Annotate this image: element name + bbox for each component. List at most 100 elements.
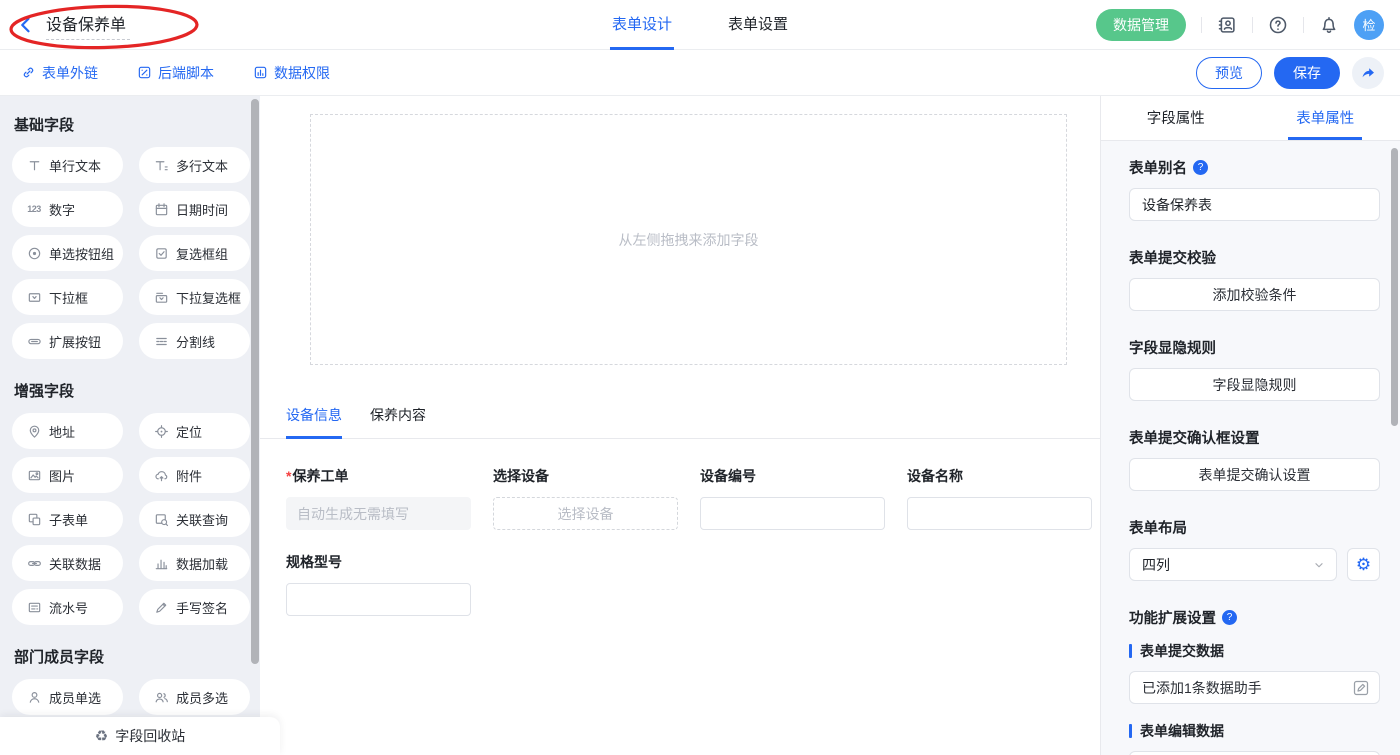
notification-bell-icon[interactable] [1319, 15, 1339, 35]
sidebar-item-select[interactable]: 下拉框 [12, 279, 123, 315]
tab-form-properties[interactable]: 表单属性 [1251, 96, 1400, 140]
sidebar-item-locate[interactable]: 定位 [139, 413, 250, 449]
confirm-box-button[interactable]: 表单提交确认设置 [1129, 458, 1380, 491]
device-name-input[interactable] [907, 497, 1092, 530]
field-sidebar: 基础字段 单行文本 多行文本 123 数字 日期时间 [0, 96, 260, 755]
sidebar-item-data-load[interactable]: 数据加载 [139, 545, 250, 581]
tab-device-info[interactable]: 设备信息 [286, 405, 342, 439]
form-designer-app: 设备保养单 表单设计 表单设置 数据管理 检 [0, 0, 1400, 755]
chevron-down-icon [1312, 558, 1326, 572]
field-label: 规格型号 [286, 552, 342, 572]
edit-icon[interactable] [1352, 679, 1370, 697]
submit-data-box[interactable]: 已添加1条数据助手 [1129, 671, 1380, 704]
sidebar-item-address[interactable]: 地址 [12, 413, 123, 449]
linked-data-icon [26, 555, 42, 571]
help-badge-icon[interactable]: ? [1222, 610, 1237, 625]
gear-icon: ⚙ [1356, 556, 1371, 573]
address-icon [26, 423, 42, 439]
divider-line-icon [153, 333, 169, 349]
subform-icon [26, 511, 42, 527]
multi-select-icon [153, 289, 169, 305]
layout-select[interactable]: 四列 [1129, 548, 1337, 581]
tab-field-properties[interactable]: 字段属性 [1101, 96, 1251, 140]
visibility-rules-button[interactable]: 字段显隐规则 [1129, 368, 1380, 401]
section-title: 基础字段 [14, 114, 250, 135]
tab-form-design[interactable]: 表单设计 [610, 0, 674, 50]
script-icon [136, 65, 152, 81]
field-select-device: 选择设备 选择设备 [493, 466, 678, 530]
back-icon[interactable] [16, 15, 36, 35]
submit-validation-label: 表单提交校验 [1129, 247, 1216, 268]
dropzone-placeholder: 从左侧拖拽来添加字段 [619, 230, 759, 250]
sidebar-item-linked-data[interactable]: 关联数据 [12, 545, 123, 581]
sidebar-item-multi-text[interactable]: 多行文本 [139, 147, 250, 183]
divider [1201, 17, 1202, 33]
attachment-cloud-icon [153, 467, 169, 483]
sidebar-item-datetime[interactable]: 日期时间 [139, 191, 250, 227]
sidebar-item-multi-select[interactable]: 下拉复选框 [139, 279, 250, 315]
dropzone[interactable]: 从左侧拖拽来添加字段 [310, 114, 1067, 365]
sidebar-item-linked-query[interactable]: 关联查询 [139, 501, 250, 537]
form-external-link[interactable]: 表单外链 [20, 63, 98, 83]
field-device-name: 设备名称 [907, 466, 1092, 530]
sidebar-item-member-single[interactable]: 成员单选 [12, 679, 123, 715]
page-title[interactable]: 设备保养单 [46, 9, 130, 40]
divider [1252, 17, 1253, 33]
locate-icon [153, 423, 169, 439]
signature-pen-icon [153, 599, 169, 615]
field-spec-model: 规格型号 [286, 552, 471, 616]
select-device-picker[interactable]: 选择设备 [493, 497, 678, 530]
sidebar-item-serial-number[interactable]: 流水号 [12, 589, 123, 625]
sidebar-item-image[interactable]: 图片 [12, 457, 123, 493]
sidebar-item-signature[interactable]: 手写签名 [139, 589, 250, 625]
spec-model-input[interactable] [286, 583, 471, 616]
add-operation-button[interactable]: 添加操作 [1129, 751, 1380, 755]
sidebar-item-checkbox-group[interactable]: 复选框组 [139, 235, 250, 271]
share-button[interactable] [1352, 57, 1384, 89]
sidebar-item-number[interactable]: 123 数字 [12, 191, 123, 227]
backend-script[interactable]: 后端脚本 [136, 63, 214, 83]
properties-tabs: 字段属性 表单属性 [1101, 96, 1400, 141]
data-manage-button[interactable]: 数据管理 [1096, 9, 1186, 41]
field-work-order: * 保养工单 [286, 466, 471, 530]
field-recycle-bin[interactable]: ♻ 字段回收站 [0, 717, 280, 755]
toolbar: 表单外链 后端脚本 数据权限 预览 保存 [0, 50, 1400, 96]
help-icon[interactable] [1268, 15, 1288, 35]
section-marker [1129, 644, 1132, 658]
sidebar-item-extend-button[interactable]: 扩展按钮 [12, 323, 123, 359]
sidebar-item-attachment[interactable]: 附件 [139, 457, 250, 493]
device-no-input[interactable] [700, 497, 885, 530]
panel-scrollbar[interactable] [1391, 148, 1398, 426]
image-icon [26, 467, 42, 483]
tab-form-settings[interactable]: 表单设置 [726, 0, 790, 50]
submit-data-label: 表单提交数据 [1140, 641, 1224, 661]
form-alias-input[interactable] [1129, 188, 1380, 221]
form-alias-label: 表单别名 [1129, 157, 1187, 178]
sidebar-scrollbar[interactable] [251, 99, 259, 664]
sidebar-item-radio-group[interactable]: 单选按钮组 [12, 235, 123, 271]
add-validation-button[interactable]: 添加校验条件 [1129, 278, 1380, 311]
avatar[interactable]: 检 [1354, 10, 1384, 40]
form-canvas: 从左侧拖拽来添加字段 设备信息 保养内容 * 保养工单 选择设备 选择设备 [260, 96, 1100, 755]
layout-gear-button[interactable]: ⚙ [1347, 548, 1380, 581]
sidebar-item-member-multi[interactable]: 成员多选 [139, 679, 250, 715]
sidebar-item-single-text[interactable]: 单行文本 [12, 147, 123, 183]
sidebar-item-divider-line[interactable]: 分割线 [139, 323, 250, 359]
sidebar-item-subform[interactable]: 子表单 [12, 501, 123, 537]
section-marker [1129, 724, 1132, 738]
preview-button[interactable]: 预览 [1196, 57, 1262, 89]
field-label: 设备名称 [907, 466, 963, 486]
confirm-box-label: 表单提交确认框设置 [1129, 427, 1260, 448]
address-book-icon[interactable] [1217, 15, 1237, 35]
link-icon [20, 65, 36, 81]
select-icon [26, 289, 42, 305]
field-label: 保养工单 [292, 466, 348, 486]
member-single-icon [26, 689, 42, 705]
share-arrow-icon [1360, 65, 1376, 81]
save-button[interactable]: 保存 [1274, 57, 1340, 89]
data-permission-icon [252, 65, 268, 81]
help-badge-icon[interactable]: ? [1193, 160, 1208, 175]
data-load-icon [153, 555, 169, 571]
data-permission[interactable]: 数据权限 [252, 63, 330, 83]
tab-maintenance-content[interactable]: 保养内容 [370, 405, 426, 439]
